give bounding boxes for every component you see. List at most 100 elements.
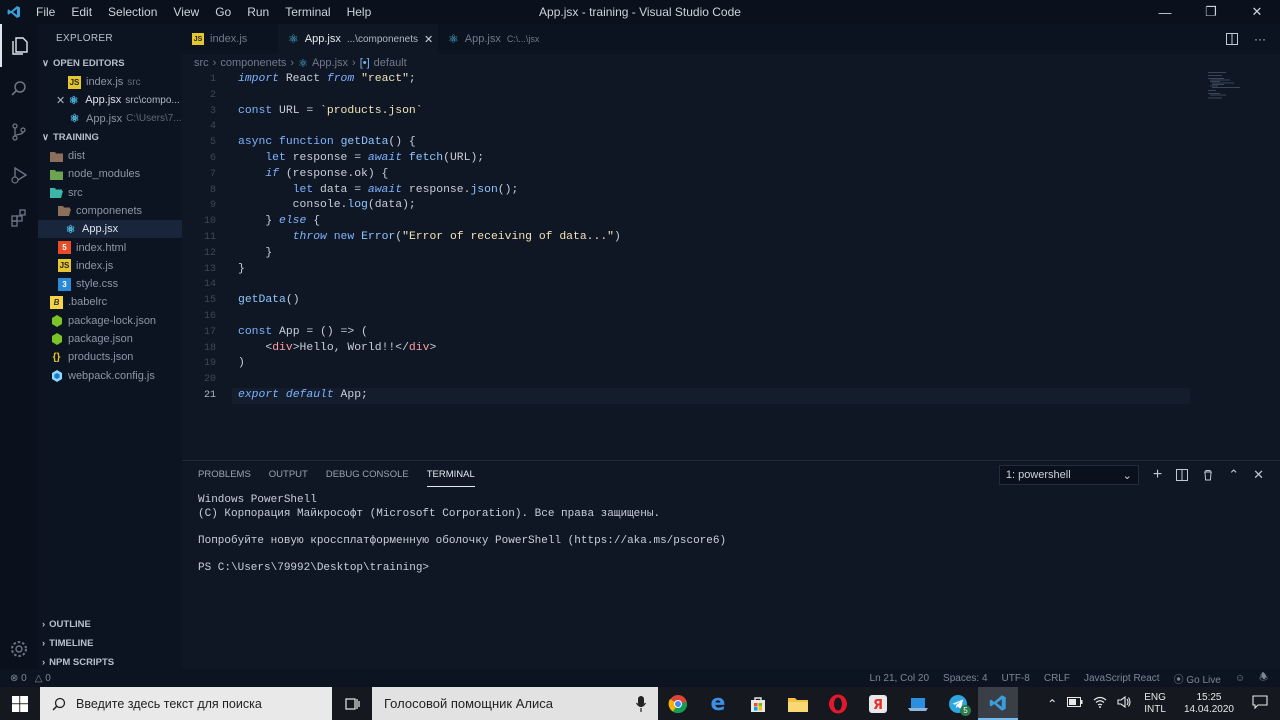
split-terminal-icon[interactable] <box>1176 469 1189 481</box>
chevron-down-icon: ∨ <box>42 131 49 143</box>
tab-app-jsx[interactable]: ⚛ App.jsx C:\...\jsx <box>438 24 548 54</box>
menu-file[interactable]: File <box>28 0 63 24</box>
split-editor-icon[interactable] <box>1226 33 1238 45</box>
maximize-panel-icon[interactable]: ⌃ <box>1228 467 1239 483</box>
close-tab-button[interactable]: ✕ <box>424 33 433 46</box>
close-icon[interactable]: ✕ <box>56 94 65 107</box>
tree-folder-componenets[interactable]: componenets <box>38 202 182 220</box>
breadcrumb-item[interactable]: default <box>374 57 407 69</box>
tree-file-webpack-config[interactable]: webpack.config.js <box>38 366 182 384</box>
open-editors-section[interactable]: ∨ OPEN EDITORS <box>38 54 182 73</box>
tree-folder-dist[interactable]: dist <box>38 147 182 165</box>
action-center-icon[interactable] <box>1244 695 1280 712</box>
extensions-activity-button[interactable] <box>0 196 38 239</box>
open-editor-item[interactable]: ✕ ⚛ App.jsx src\compo... <box>38 91 182 109</box>
tab-debug-console[interactable]: DEBUG CONSOLE <box>326 461 409 489</box>
open-editor-item[interactable]: JS index.js src <box>38 73 182 91</box>
project-section[interactable]: ∨ TRAINING <box>38 128 182 147</box>
tree-file-package-lock[interactable]: package-lock.json <box>38 312 182 330</box>
trash-icon[interactable] <box>1202 469 1214 481</box>
tree-file-babelrc[interactable]: B .babelrc <box>38 293 182 311</box>
tab-app-jsx-active[interactable]: ⚛ App.jsx ...\componenets ✕ <box>278 24 438 54</box>
end-of-line[interactable]: CRLF <box>1044 673 1070 684</box>
line-number: 18 <box>203 342 216 354</box>
telegram-taskbar-button[interactable]: 5 <box>938 687 978 720</box>
minimap[interactable] <box>1206 71 1266 101</box>
tab-index-js[interactable]: JS index.js <box>182 24 278 54</box>
tree-folder-node-modules[interactable]: node_modules <box>38 165 182 183</box>
run-debug-activity-button[interactable] <box>0 153 38 196</box>
tree-file-index-js[interactable]: JS index.js <box>38 257 182 275</box>
notifications-bell-icon[interactable]: 🕭 <box>1259 670 1268 687</box>
opera-icon <box>829 694 847 713</box>
breadcrumb: src › componenets › ⚛ App.jsx › [•] defa… <box>194 55 407 71</box>
close-panel-icon[interactable]: ✕ <box>1253 467 1264 483</box>
cursor-position[interactable]: Ln 21, Col 20 <box>870 673 930 684</box>
timeline-section[interactable]: › TIMELINE <box>38 634 182 653</box>
chrome-taskbar-button[interactable] <box>658 687 698 720</box>
menu-terminal[interactable]: Terminal <box>277 0 338 24</box>
tab-problems[interactable]: PROBLEMS <box>198 461 251 489</box>
encoding[interactable]: UTF-8 <box>1002 673 1030 684</box>
input-language-indicator[interactable]: ENG INTL <box>1136 692 1174 716</box>
open-editor-item[interactable]: ⚛ App.jsx C:\Users\7... <box>38 110 182 128</box>
minimize-button[interactable]: — <box>1142 0 1188 24</box>
file-explorer-taskbar-button[interactable] <box>778 687 818 720</box>
terminal-output[interactable]: Windows PowerShell (C) Корпорация Майкро… <box>198 494 726 575</box>
tab-output[interactable]: OUTPUT <box>269 461 308 489</box>
menu-go[interactable]: Go <box>207 0 239 24</box>
tree-folder-src[interactable]: src <box>38 183 182 201</box>
manage-gear-button[interactable] <box>0 639 38 659</box>
wifi-icon[interactable] <box>1088 696 1112 711</box>
edge-taskbar-button[interactable]: e <box>698 687 738 720</box>
menu-view[interactable]: View <box>165 0 207 24</box>
language-mode[interactable]: JavaScript React <box>1084 673 1160 684</box>
terminal-select[interactable]: 1: powershell ⌄ <box>998 465 1139 485</box>
feedback-icon[interactable]: ☺ <box>1235 673 1245 684</box>
search-activity-button[interactable] <box>0 67 38 110</box>
close-window-button[interactable]: ✕ <box>1234 0 1280 24</box>
maximize-button[interactable]: ❐ <box>1188 0 1234 24</box>
task-view-button[interactable] <box>332 687 372 720</box>
menu-edit[interactable]: Edit <box>63 0 100 24</box>
volume-icon[interactable] <box>1112 695 1136 711</box>
indentation[interactable]: Spaces: 4 <box>943 673 987 684</box>
vscode-taskbar-button[interactable] <box>978 687 1018 720</box>
tree-file-style-css[interactable]: 3 style.css <box>38 275 182 293</box>
explorer-activity-button[interactable] <box>0 24 38 67</box>
code-content[interactable]: import React from "react"; const URL = `… <box>238 72 621 404</box>
more-actions-icon[interactable]: ··· <box>1254 32 1266 46</box>
code-editor[interactable]: 1 2 3 4 5 6 7 8 9 10 11 12 13 14 15 16 17 18 19 20 21 import… <box>182 71 1280 460</box>
tree-file-package-json[interactable]: package.json <box>38 330 182 348</box>
start-button[interactable] <box>0 687 40 720</box>
battery-icon[interactable] <box>1062 697 1088 710</box>
menu-selection[interactable]: Selection <box>100 0 165 24</box>
breadcrumb-item[interactable]: src <box>194 57 209 69</box>
alice-assistant-bar[interactable]: Голосовой помощник Алиса <box>372 687 658 720</box>
notification-badge: 5 <box>960 705 971 716</box>
panel-controls: 1: powershell ⌄ + ⌃ ✕ <box>998 465 1264 485</box>
menu-run[interactable]: Run <box>239 0 277 24</box>
app-taskbar-button[interactable] <box>898 687 938 720</box>
tree-file-app-jsx[interactable]: ⚛ App.jsx <box>38 220 182 239</box>
yandex-browser-taskbar-button[interactable]: Я <box>858 687 898 720</box>
source-control-activity-button[interactable] <box>0 110 38 153</box>
breadcrumb-item[interactable]: componenets <box>220 57 286 69</box>
outline-section[interactable]: › OUTLINE <box>38 615 182 634</box>
tree-file-index-html[interactable]: 5 index.html <box>38 238 182 256</box>
new-terminal-plus-icon[interactable]: + <box>1153 466 1162 484</box>
tree-file-products-json[interactable]: {} products.json <box>38 348 182 366</box>
taskbar-search-box[interactable]: Введите здесь текст для поиска <box>40 687 332 720</box>
editor-tabs: JS index.js ⚛ App.jsx ...\componenets ✕ ⚛… <box>182 24 1280 54</box>
line-number: 20 <box>203 374 216 386</box>
go-live-button[interactable]: ⦿ Go Live <box>1174 671 1221 686</box>
menu-help[interactable]: Help <box>339 0 380 24</box>
store-taskbar-button[interactable] <box>738 687 778 720</box>
opera-taskbar-button[interactable] <box>818 687 858 720</box>
warnings-indicator[interactable]: △ 0 <box>35 673 51 684</box>
tab-terminal[interactable]: TERMINAL <box>426 464 475 487</box>
breadcrumb-item[interactable]: App.jsx <box>312 57 348 69</box>
clock[interactable]: 15:25 14.04.2020 <box>1174 692 1244 716</box>
show-hidden-icons-chevron-icon[interactable]: ⌃ <box>1042 697 1062 711</box>
errors-indicator[interactable]: ⊗ 0 <box>10 673 27 684</box>
